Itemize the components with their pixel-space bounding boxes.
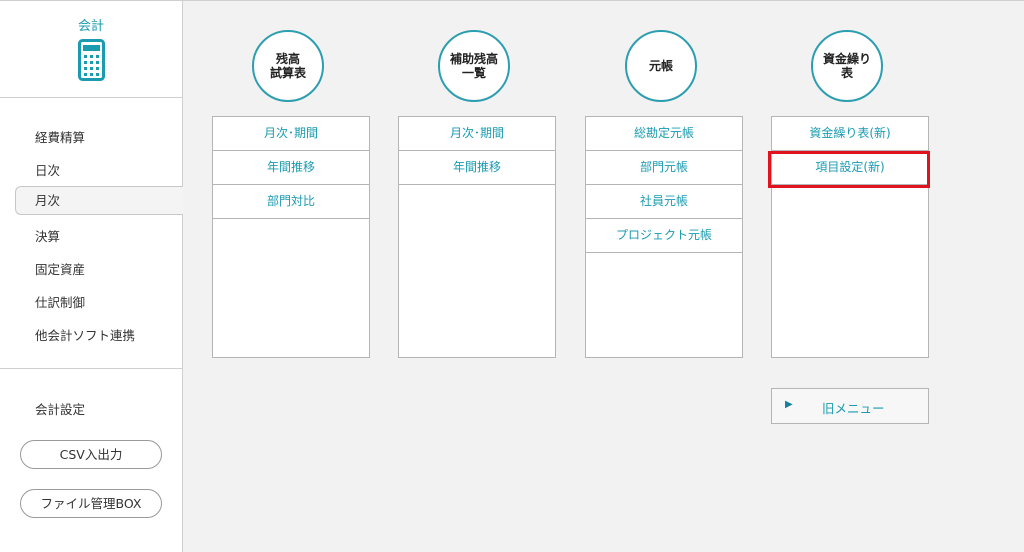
sidebar-item-expense[interactable]: 経費精算 bbox=[35, 127, 85, 146]
trial-balance-menu: 月次･期間 年間推移 部門対比 bbox=[212, 116, 370, 358]
sidebar-item-monthly[interactable]: 月次 bbox=[15, 186, 183, 215]
circle-label-line2: 一覧 bbox=[461, 66, 486, 80]
menu-item-annual-trend[interactable]: 年間推移 bbox=[213, 151, 369, 185]
menu-item-employee-ledger[interactable]: 社員元帳 bbox=[586, 185, 742, 219]
old-menu-button[interactable]: ▶ 旧メニュー bbox=[771, 388, 929, 424]
accounting-settings-link[interactable]: 会計設定 bbox=[35, 399, 85, 418]
sidebar: 会計 経費精算 日次 月次 決算 固定資産 仕訳制御 他会計ソフト連携 会計設定… bbox=[0, 1, 183, 552]
ledger-circle: 元帳 bbox=[625, 30, 697, 102]
menu-item-monthly-period[interactable]: 月次･期間 bbox=[399, 117, 555, 151]
circle-label-line2: 表 bbox=[840, 66, 853, 80]
sidebar-item-fixed-assets[interactable]: 固定資産 bbox=[35, 259, 85, 278]
circle-label-line1: 資金繰り bbox=[822, 52, 871, 66]
app-header: 会計 bbox=[0, 1, 182, 98]
subsidiary-balance-circle: 補助残高 一覧 bbox=[438, 30, 510, 102]
menu-item-annual-trend[interactable]: 年間推移 bbox=[399, 151, 555, 185]
menu-item-general-ledger[interactable]: 総勘定元帳 bbox=[586, 117, 742, 151]
highlight-box bbox=[768, 151, 930, 188]
subsidiary-balance-menu: 月次･期間 年間推移 bbox=[398, 116, 556, 358]
old-menu-label: 旧メニュー bbox=[822, 401, 885, 416]
menu-item-department-compare[interactable]: 部門対比 bbox=[213, 185, 369, 219]
file-box-button[interactable]: ファイル管理BOX bbox=[20, 489, 162, 518]
menu-item-monthly-period[interactable]: 月次･期間 bbox=[213, 117, 369, 151]
sidebar-divider bbox=[0, 368, 182, 369]
csv-io-button[interactable]: CSV入出力 bbox=[20, 440, 162, 469]
circle-label-line1: 元帳 bbox=[648, 59, 673, 73]
play-triangle-icon: ▶ bbox=[785, 399, 793, 410]
calculator-icon bbox=[78, 39, 105, 81]
circle-label-line1: 補助残高 bbox=[449, 52, 498, 66]
circle-label-line2: 試算表 bbox=[269, 66, 306, 80]
app-title: 会計 bbox=[77, 19, 104, 34]
menu-item-department-ledger[interactable]: 部門元帳 bbox=[586, 151, 742, 185]
ledger-menu: 総勘定元帳 部門元帳 社員元帳 プロジェクト元帳 bbox=[585, 116, 743, 358]
sidebar-item-journal-control[interactable]: 仕訳制御 bbox=[35, 292, 85, 311]
sidebar-item-daily[interactable]: 日次 bbox=[35, 160, 60, 179]
trial-balance-circle: 残高 試算表 bbox=[252, 30, 324, 102]
menu-item-project-ledger[interactable]: プロジェクト元帳 bbox=[586, 219, 742, 253]
circle-label-line1: 残高 bbox=[275, 52, 300, 66]
cash-flow-circle: 資金繰り表 bbox=[811, 30, 883, 102]
sidebar-item-other-software[interactable]: 他会計ソフト連携 bbox=[35, 325, 135, 344]
sidebar-item-closing[interactable]: 決算 bbox=[35, 226, 60, 245]
menu-item-cash-flow-table[interactable]: 資金繰り表(新) bbox=[772, 117, 928, 151]
